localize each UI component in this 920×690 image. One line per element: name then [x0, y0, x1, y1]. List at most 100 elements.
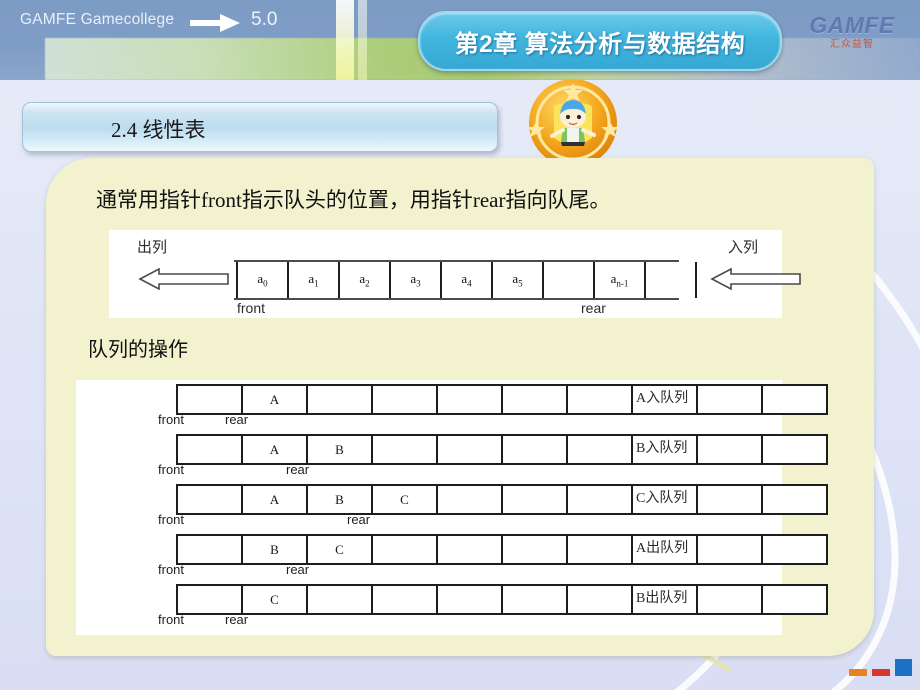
queue-cell: a2 [338, 262, 391, 298]
operation-cell [566, 484, 633, 515]
queue-cell [644, 262, 697, 298]
section-title-bar: 2.4 线性表 [22, 102, 498, 152]
operation-cell [501, 534, 568, 565]
operation-cell-row: AB [176, 434, 828, 465]
front-pointer-label: front [158, 562, 185, 577]
operation-cell [501, 384, 568, 415]
slide-root: GAMFE Gamecollege 5.0 第2章 算法分析与数据结构 GAMF… [0, 0, 920, 690]
operation-cell [696, 384, 763, 415]
chapter-title-pill: 第2章 算法分析与数据结构 [418, 11, 782, 71]
operation-cell [176, 434, 243, 465]
logo-subtitle: 汇众益智 [830, 39, 874, 50]
operation-cell-row: ABC [176, 484, 828, 515]
operation-caption: C入队列 [636, 491, 688, 506]
queue-cell: a1 [287, 262, 340, 298]
square-orange [849, 669, 867, 676]
queue-operations-figure: Afront rear A入队列 A Bfront rear B入队列 A B Cfront rea… [76, 380, 828, 635]
queue-operation-row: Afront rear A入队列 [76, 380, 828, 430]
operation-cell: A [241, 384, 308, 415]
dequeue-label: 出列 [137, 240, 168, 256]
operation-cell [696, 434, 763, 465]
queue-cell: a0 [236, 262, 289, 298]
chapter-title-text: 第2章 算法分析与数据结构 [454, 30, 746, 58]
body-paragraph: 通常用指针front指示队头的位置，用指针rear指向队尾。 [96, 188, 611, 212]
rear-pointer-label: rear [286, 562, 310, 577]
operation-cell [436, 484, 503, 515]
operation-cell: B [241, 534, 308, 565]
front-pointer-label: front [158, 612, 185, 627]
operation-cell-row: C [176, 584, 828, 615]
operation-cell: C [241, 584, 308, 615]
operation-cell: A [241, 484, 308, 515]
operation-cell [566, 534, 633, 565]
front-pointer-label: front [158, 512, 185, 527]
queue-cell: a3 [389, 262, 442, 298]
version-label: 5.0 [251, 9, 278, 30]
gamfe-logo: GAMFE 汇众益智 [798, 14, 906, 50]
operation-cell [176, 584, 243, 615]
operation-cell [306, 384, 373, 415]
operation-cell [371, 434, 438, 465]
operation-cell: A [241, 434, 308, 465]
rear-pointer-label: rear [347, 512, 371, 527]
logo-wordmark: GAMFE [809, 12, 895, 38]
operation-cell [371, 384, 438, 415]
operation-cell [696, 584, 763, 615]
right-arrow-icon [190, 13, 242, 33]
operation-cell [436, 434, 503, 465]
gold-medal-character-icon [524, 78, 622, 168]
hollow-left-arrow-icon [137, 267, 229, 291]
operation-cell-row: BC [176, 534, 828, 565]
operation-cell [566, 384, 633, 415]
queue-operation-row: A B Cfront rear C入队列 [76, 480, 828, 530]
operation-cell: C [306, 534, 373, 565]
queue-cell: a5 [491, 262, 544, 298]
operation-cell: B [306, 434, 373, 465]
queue-operation-row: A Bfront rear B入队列 [76, 430, 828, 480]
operation-cell [436, 584, 503, 615]
queue-rail-bottom [234, 298, 679, 300]
operation-cell [436, 384, 503, 415]
slide-header: GAMFE Gamecollege 5.0 第2章 算法分析与数据结构 GAMF… [0, 0, 920, 80]
operation-cell [371, 584, 438, 615]
operation-cell [501, 584, 568, 615]
section-title-text: 2.4 线性表 [111, 118, 206, 142]
queue-cell: a4 [440, 262, 493, 298]
rear-pointer-label: rear [225, 412, 249, 427]
operation-cell [696, 534, 763, 565]
operation-cell: C [371, 484, 438, 515]
operation-cell [501, 484, 568, 515]
operation-cell [761, 484, 828, 515]
operation-cell: B [306, 484, 373, 515]
operation-cell [761, 384, 828, 415]
hollow-left-arrow-icon-right [709, 267, 801, 291]
front-pointer-label: front [158, 462, 185, 477]
operation-cell [306, 584, 373, 615]
operation-cell [501, 434, 568, 465]
operation-caption: B出队列 [636, 591, 688, 606]
operation-cell [761, 534, 828, 565]
queue-pointer-figure: 出列 入列 a0 a1 a2 a3 a4 a5 an-1 front rear [109, 230, 801, 318]
queue-front-pointer-label: front [237, 300, 266, 316]
operation-cell [436, 534, 503, 565]
operation-cell [176, 484, 243, 515]
operation-cell [566, 584, 633, 615]
operation-caption: A入队列 [636, 391, 689, 406]
operation-caption: A出队列 [636, 541, 689, 556]
queue-cell [542, 262, 595, 298]
operation-cell [566, 434, 633, 465]
rear-pointer-label: rear [225, 612, 249, 627]
operation-cell [761, 584, 828, 615]
header-light-column [336, 0, 354, 80]
operation-caption: B入队列 [636, 441, 688, 456]
corner-color-squares [849, 659, 912, 676]
operation-cell [176, 384, 243, 415]
queue-operation-row: Cfront rear B出队列 [76, 580, 828, 630]
header-light-column-secondary [358, 0, 367, 80]
queue-rear-pointer-label: rear [581, 300, 606, 316]
content-panel: 通常用指针front指示队头的位置，用指针rear指向队尾。 出列 入列 a0 a… [46, 158, 874, 656]
enqueue-label: 入列 [727, 240, 758, 256]
operation-cell [761, 434, 828, 465]
queue-operation-row: B Cfront rear A出队列 [76, 530, 828, 580]
sub-heading: 队列的操作 [88, 339, 188, 361]
